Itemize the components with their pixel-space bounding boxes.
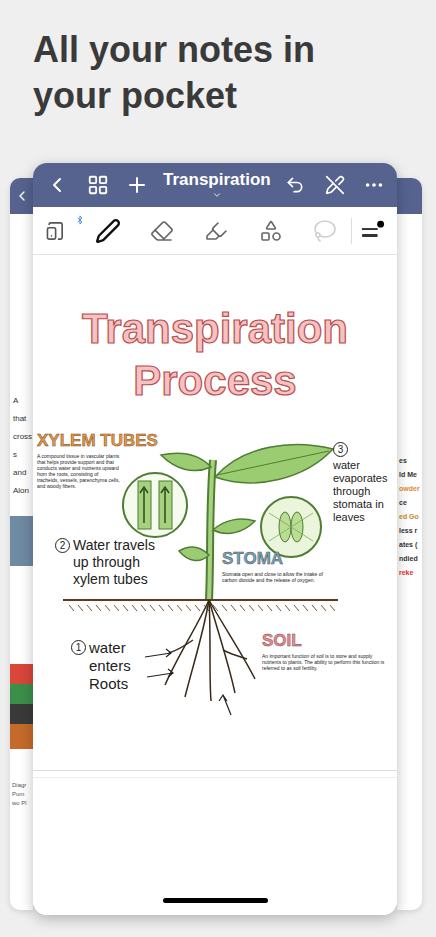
tablet-icon[interactable] xyxy=(45,221,65,241)
left-card-footer: DiagrPumwo Pl xyxy=(10,781,33,808)
note-heading-text: SOIL xyxy=(262,631,386,651)
title-text: Transpiration xyxy=(163,170,271,190)
note-heading-label: STOMA Stomata open and close to allow the… xyxy=(222,549,330,583)
bluetooth-icon xyxy=(75,215,85,225)
chart-layer xyxy=(10,684,33,704)
step-text: water enters Roots xyxy=(89,639,151,693)
text-fragment: s xyxy=(13,446,33,464)
text-fragment: Alon xyxy=(13,482,33,500)
more-icon[interactable] xyxy=(363,174,385,196)
note-page[interactable]: Transpiration Process XYLEM TUBESA compou… xyxy=(33,255,397,770)
toolbar-separator xyxy=(351,218,352,244)
step-text: Water travels up through xylem tubes xyxy=(73,537,167,588)
step-number: 2 xyxy=(55,538,70,553)
undo-icon[interactable] xyxy=(285,175,305,195)
text-fragment: Pum xyxy=(12,790,33,799)
text-fragment: reke xyxy=(399,566,422,580)
navbar: Transpiration xyxy=(33,163,397,207)
text-fragment: ce xyxy=(399,496,422,510)
text-fragment: that xyxy=(13,410,33,428)
text-fragment: ed Go xyxy=(399,510,422,524)
text-fragment: ndied xyxy=(399,552,422,566)
text-fragment: wo Pl xyxy=(12,799,33,808)
pen-icon xyxy=(95,218,121,244)
note-heading-description: A compound tissue in vascular plants tha… xyxy=(37,453,121,489)
tool-button[interactable] xyxy=(88,218,127,244)
step-number: 3 xyxy=(333,442,348,457)
add-icon[interactable] xyxy=(125,173,149,197)
note-step: 1water enters Roots xyxy=(71,639,151,693)
left-background-card: AthatcrosssandAlon DiagrPumwo Pl xyxy=(10,178,33,910)
note-heading-description: Stomata open and close to allow the inta… xyxy=(222,571,330,583)
left-card-navbar xyxy=(10,178,33,214)
text-fragment: ates ( xyxy=(399,538,422,552)
toolbar xyxy=(33,207,397,255)
text-fragment: es xyxy=(399,454,422,468)
chart-layer xyxy=(10,664,33,684)
note-heading-description: An important function of soil is to stor… xyxy=(262,653,386,671)
chart-layer xyxy=(10,724,33,749)
line-weight-icon[interactable] xyxy=(360,220,386,242)
back-icon xyxy=(14,188,30,204)
tool-button[interactable] xyxy=(251,219,290,243)
left-card-text: AthatcrosssandAlon xyxy=(10,214,33,500)
photo-block xyxy=(10,516,33,566)
pen-off-icon[interactable] xyxy=(325,175,345,195)
note-heading-text: XYLEM TUBES xyxy=(37,431,121,451)
promo-heading: All your notes in your pocket xyxy=(0,0,340,119)
next-page-edge xyxy=(33,777,397,778)
grid-icon[interactable] xyxy=(87,174,109,196)
note-heading-text: STOMA xyxy=(222,549,330,569)
right-background-card: esld Meowderceed Goless rates (ndiedreke xyxy=(397,178,422,910)
tool-button[interactable] xyxy=(143,219,182,243)
note-title: Transpiration Process xyxy=(33,303,397,407)
app-store-screen: All your notes in your pocket Athatcrosss… xyxy=(0,0,436,937)
note-heading-label: SOIL An important function of soil is to … xyxy=(262,631,386,671)
text-fragment: A xyxy=(13,392,33,410)
device-stack: AthatcrosssandAlonDiagrPumwo PlTranspira… xyxy=(0,163,436,915)
note-title-text: Transpiration Process xyxy=(70,303,360,407)
tool-button[interactable] xyxy=(305,219,344,243)
right-card-text: esld Meowderceed Goless rates (ndiedreke xyxy=(397,214,422,580)
shapes-icon xyxy=(259,219,283,243)
notebook-window: Transpiration Transpiration Process XYLEM … xyxy=(33,163,397,915)
lasso-icon xyxy=(313,219,337,243)
note-step: 3 water evaporates through stomata in lea… xyxy=(333,441,393,524)
text-fragment: cross xyxy=(13,428,33,446)
step-text: water evaporates through stomata in leav… xyxy=(333,459,393,524)
document-title[interactable]: Transpiration xyxy=(163,170,271,200)
right-card-navbar xyxy=(397,178,422,214)
note-heading-label: XYLEM TUBESA compound tissue in vascular… xyxy=(37,431,121,489)
chart-block xyxy=(10,664,33,769)
eraser-icon xyxy=(150,219,174,243)
text-fragment: ld Me xyxy=(399,468,422,482)
page-footer xyxy=(33,770,397,915)
step-number: 1 xyxy=(71,640,86,655)
chart-layer xyxy=(10,704,33,724)
text-fragment: and xyxy=(13,464,33,482)
home-indicator xyxy=(163,898,268,903)
text-fragment: owder xyxy=(399,482,422,496)
tool-button[interactable] xyxy=(197,219,236,243)
chevron-down-icon xyxy=(212,190,222,200)
highlighter-icon xyxy=(204,219,228,243)
text-fragment: Diagr xyxy=(12,781,33,790)
back-icon[interactable] xyxy=(45,173,69,197)
note-step: 2Water travels up through xylem tubes xyxy=(55,537,167,588)
text-fragment: less r xyxy=(399,524,422,538)
